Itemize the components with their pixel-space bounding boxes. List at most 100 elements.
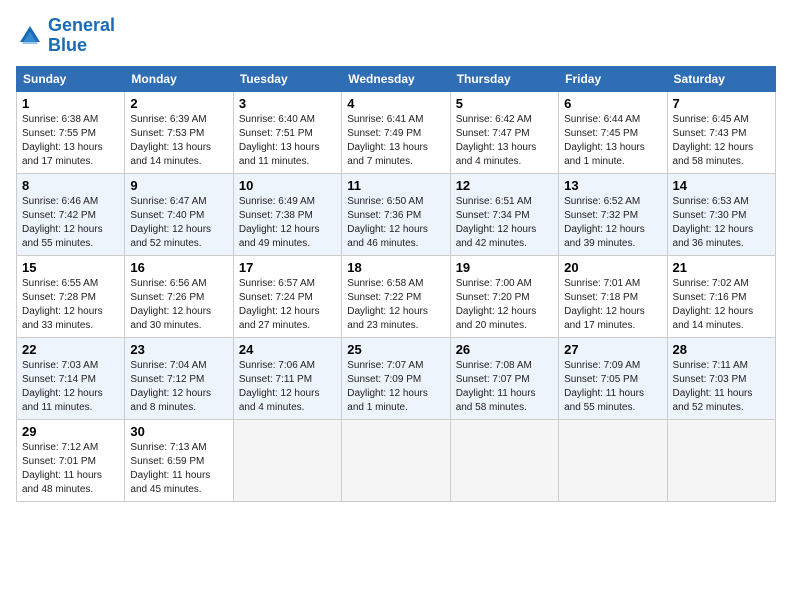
calendar-cell: 24 Sunrise: 7:06 AMSunset: 7:11 PMDayligh… [233, 337, 341, 419]
calendar-cell: 17 Sunrise: 6:57 AMSunset: 7:24 PMDayligh… [233, 255, 341, 337]
day-number: 11 [347, 178, 444, 193]
day-number: 9 [130, 178, 227, 193]
day-detail: Sunrise: 6:49 AMSunset: 7:38 PMDaylight:… [239, 195, 336, 251]
day-number: 28 [673, 342, 770, 357]
calendar-cell: 26 Sunrise: 7:08 AMSunset: 7:07 PMDayligh… [450, 337, 558, 419]
calendar-cell: 14 Sunrise: 6:53 AMSunset: 7:30 PMDayligh… [667, 173, 775, 255]
calendar-cell: 20Sunrise: 7:01 AMSunset: 7:18 PMDayligh… [559, 255, 667, 337]
calendar-cell: 5Sunrise: 6:42 AMSunset: 7:47 PMDaylight… [450, 91, 558, 173]
calendar-cell: 15 Sunrise: 6:55 AMSunset: 7:28 PMDayligh… [17, 255, 125, 337]
day-number: 26 [456, 342, 553, 357]
day-detail: Sunrise: 7:11 AMSunset: 7:03 PMDaylight:… [673, 359, 770, 415]
calendar-cell [559, 419, 667, 501]
calendar-cell: 30 Sunrise: 7:13 AMSunset: 6:59 PMDayligh… [125, 419, 233, 501]
day-detail: Sunrise: 6:53 AMSunset: 7:30 PMDaylight:… [673, 195, 770, 251]
day-detail: Sunrise: 7:08 AMSunset: 7:07 PMDaylight:… [456, 359, 553, 415]
logo-text: General Blue [48, 16, 115, 56]
weekday-header: Friday [559, 66, 667, 91]
calendar-cell: 3Sunrise: 6:40 AMSunset: 7:51 PMDaylight… [233, 91, 341, 173]
day-number: 22 [22, 342, 119, 357]
day-detail: Sunrise: 6:40 AMSunset: 7:51 PMDaylight:… [239, 113, 336, 169]
day-number: 17 [239, 260, 336, 275]
day-number: 2 [130, 96, 227, 111]
day-detail: Sunrise: 7:02 AMSunset: 7:16 PMDaylight:… [673, 277, 770, 333]
calendar-cell: 6 Sunrise: 6:44 AMSunset: 7:45 PMDaylight… [559, 91, 667, 173]
calendar-cell: 23 Sunrise: 7:04 AMSunset: 7:12 PMDayligh… [125, 337, 233, 419]
day-number: 30 [130, 424, 227, 439]
calendar-cell: 1 Sunrise: 6:38 AMSunset: 7:55 PMDaylight… [17, 91, 125, 173]
day-detail: Sunrise: 6:38 AMSunset: 7:55 PMDaylight:… [22, 113, 119, 169]
day-detail: Sunrise: 6:44 AMSunset: 7:45 PMDaylight:… [564, 113, 661, 169]
day-detail: Sunrise: 7:13 AMSunset: 6:59 PMDaylight:… [130, 441, 227, 497]
calendar-row: 1 Sunrise: 6:38 AMSunset: 7:55 PMDaylight… [17, 91, 776, 173]
calendar-row: 15 Sunrise: 6:55 AMSunset: 7:28 PMDayligh… [17, 255, 776, 337]
day-number: 19 [456, 260, 553, 275]
calendar-cell: 28 Sunrise: 7:11 AMSunset: 7:03 PMDayligh… [667, 337, 775, 419]
day-number: 13 [564, 178, 661, 193]
calendar-cell: 9 Sunrise: 6:47 AMSunset: 7:40 PMDaylight… [125, 173, 233, 255]
day-detail: Sunrise: 7:12 AMSunset: 7:01 PMDaylight:… [22, 441, 119, 497]
calendar-row: 22 Sunrise: 7:03 AMSunset: 7:14 PMDayligh… [17, 337, 776, 419]
day-detail: Sunrise: 6:58 AMSunset: 7:22 PMDaylight:… [347, 277, 444, 333]
calendar-row: 29 Sunrise: 7:12 AMSunset: 7:01 PMDayligh… [17, 419, 776, 501]
day-detail: Sunrise: 7:04 AMSunset: 7:12 PMDaylight:… [130, 359, 227, 415]
day-number: 8 [22, 178, 119, 193]
day-detail: Sunrise: 7:00 AMSunset: 7:20 PMDaylight:… [456, 277, 553, 333]
page-header: General Blue [16, 16, 776, 56]
calendar-cell [342, 419, 450, 501]
calendar-cell: 4 Sunrise: 6:41 AMSunset: 7:49 PMDaylight… [342, 91, 450, 173]
day-detail: Sunrise: 6:39 AMSunset: 7:53 PMDaylight:… [130, 113, 227, 169]
day-number: 29 [22, 424, 119, 439]
day-number: 6 [564, 96, 661, 111]
day-number: 20 [564, 260, 661, 275]
weekday-header: Saturday [667, 66, 775, 91]
day-number: 7 [673, 96, 770, 111]
calendar-cell [667, 419, 775, 501]
calendar-cell: 11 Sunrise: 6:50 AMSunset: 7:36 PMDayligh… [342, 173, 450, 255]
calendar-row: 8 Sunrise: 6:46 AMSunset: 7:42 PMDaylight… [17, 173, 776, 255]
day-number: 27 [564, 342, 661, 357]
calendar-cell: 7 Sunrise: 6:45 AMSunset: 7:43 PMDaylight… [667, 91, 775, 173]
day-number: 12 [456, 178, 553, 193]
day-detail: Sunrise: 7:06 AMSunset: 7:11 PMDaylight:… [239, 359, 336, 415]
calendar-cell: 8 Sunrise: 6:46 AMSunset: 7:42 PMDaylight… [17, 173, 125, 255]
day-detail: Sunrise: 6:45 AMSunset: 7:43 PMDaylight:… [673, 113, 770, 169]
day-detail: Sunrise: 7:03 AMSunset: 7:14 PMDaylight:… [22, 359, 119, 415]
day-number: 24 [239, 342, 336, 357]
day-number: 10 [239, 178, 336, 193]
calendar-cell [233, 419, 341, 501]
logo: General Blue [16, 16, 115, 56]
day-detail: Sunrise: 6:41 AMSunset: 7:49 PMDaylight:… [347, 113, 444, 169]
day-number: 15 [22, 260, 119, 275]
day-number: 14 [673, 178, 770, 193]
day-detail: Sunrise: 6:56 AMSunset: 7:26 PMDaylight:… [130, 277, 227, 333]
day-detail: Sunrise: 6:55 AMSunset: 7:28 PMDaylight:… [22, 277, 119, 333]
day-number: 16 [130, 260, 227, 275]
calendar-cell: 29 Sunrise: 7:12 AMSunset: 7:01 PMDayligh… [17, 419, 125, 501]
calendar-cell: 22 Sunrise: 7:03 AMSunset: 7:14 PMDayligh… [17, 337, 125, 419]
day-detail: Sunrise: 6:57 AMSunset: 7:24 PMDaylight:… [239, 277, 336, 333]
calendar-cell: 21 Sunrise: 7:02 AMSunset: 7:16 PMDayligh… [667, 255, 775, 337]
day-number: 1 [22, 96, 119, 111]
calendar-cell: 13Sunrise: 6:52 AMSunset: 7:32 PMDayligh… [559, 173, 667, 255]
calendar-cell [450, 419, 558, 501]
day-detail: Sunrise: 6:46 AMSunset: 7:42 PMDaylight:… [22, 195, 119, 251]
calendar-cell: 18 Sunrise: 6:58 AMSunset: 7:22 PMDayligh… [342, 255, 450, 337]
weekday-header: Thursday [450, 66, 558, 91]
day-number: 21 [673, 260, 770, 275]
day-detail: Sunrise: 6:42 AMSunset: 7:47 PMDaylight:… [456, 113, 553, 169]
day-number: 25 [347, 342, 444, 357]
day-number: 4 [347, 96, 444, 111]
day-detail: Sunrise: 6:47 AMSunset: 7:40 PMDaylight:… [130, 195, 227, 251]
logo-icon [16, 22, 44, 50]
day-number: 18 [347, 260, 444, 275]
day-number: 23 [130, 342, 227, 357]
calendar-cell: 19 Sunrise: 7:00 AMSunset: 7:20 PMDayligh… [450, 255, 558, 337]
calendar-cell: 25 Sunrise: 7:07 AMSunset: 7:09 PMDayligh… [342, 337, 450, 419]
weekday-header: Wednesday [342, 66, 450, 91]
weekday-header: Monday [125, 66, 233, 91]
day-detail: Sunrise: 6:50 AMSunset: 7:36 PMDaylight:… [347, 195, 444, 251]
day-detail: Sunrise: 7:07 AMSunset: 7:09 PMDaylight:… [347, 359, 444, 415]
day-detail: Sunrise: 6:51 AMSunset: 7:34 PMDaylight:… [456, 195, 553, 251]
weekday-header: Tuesday [233, 66, 341, 91]
